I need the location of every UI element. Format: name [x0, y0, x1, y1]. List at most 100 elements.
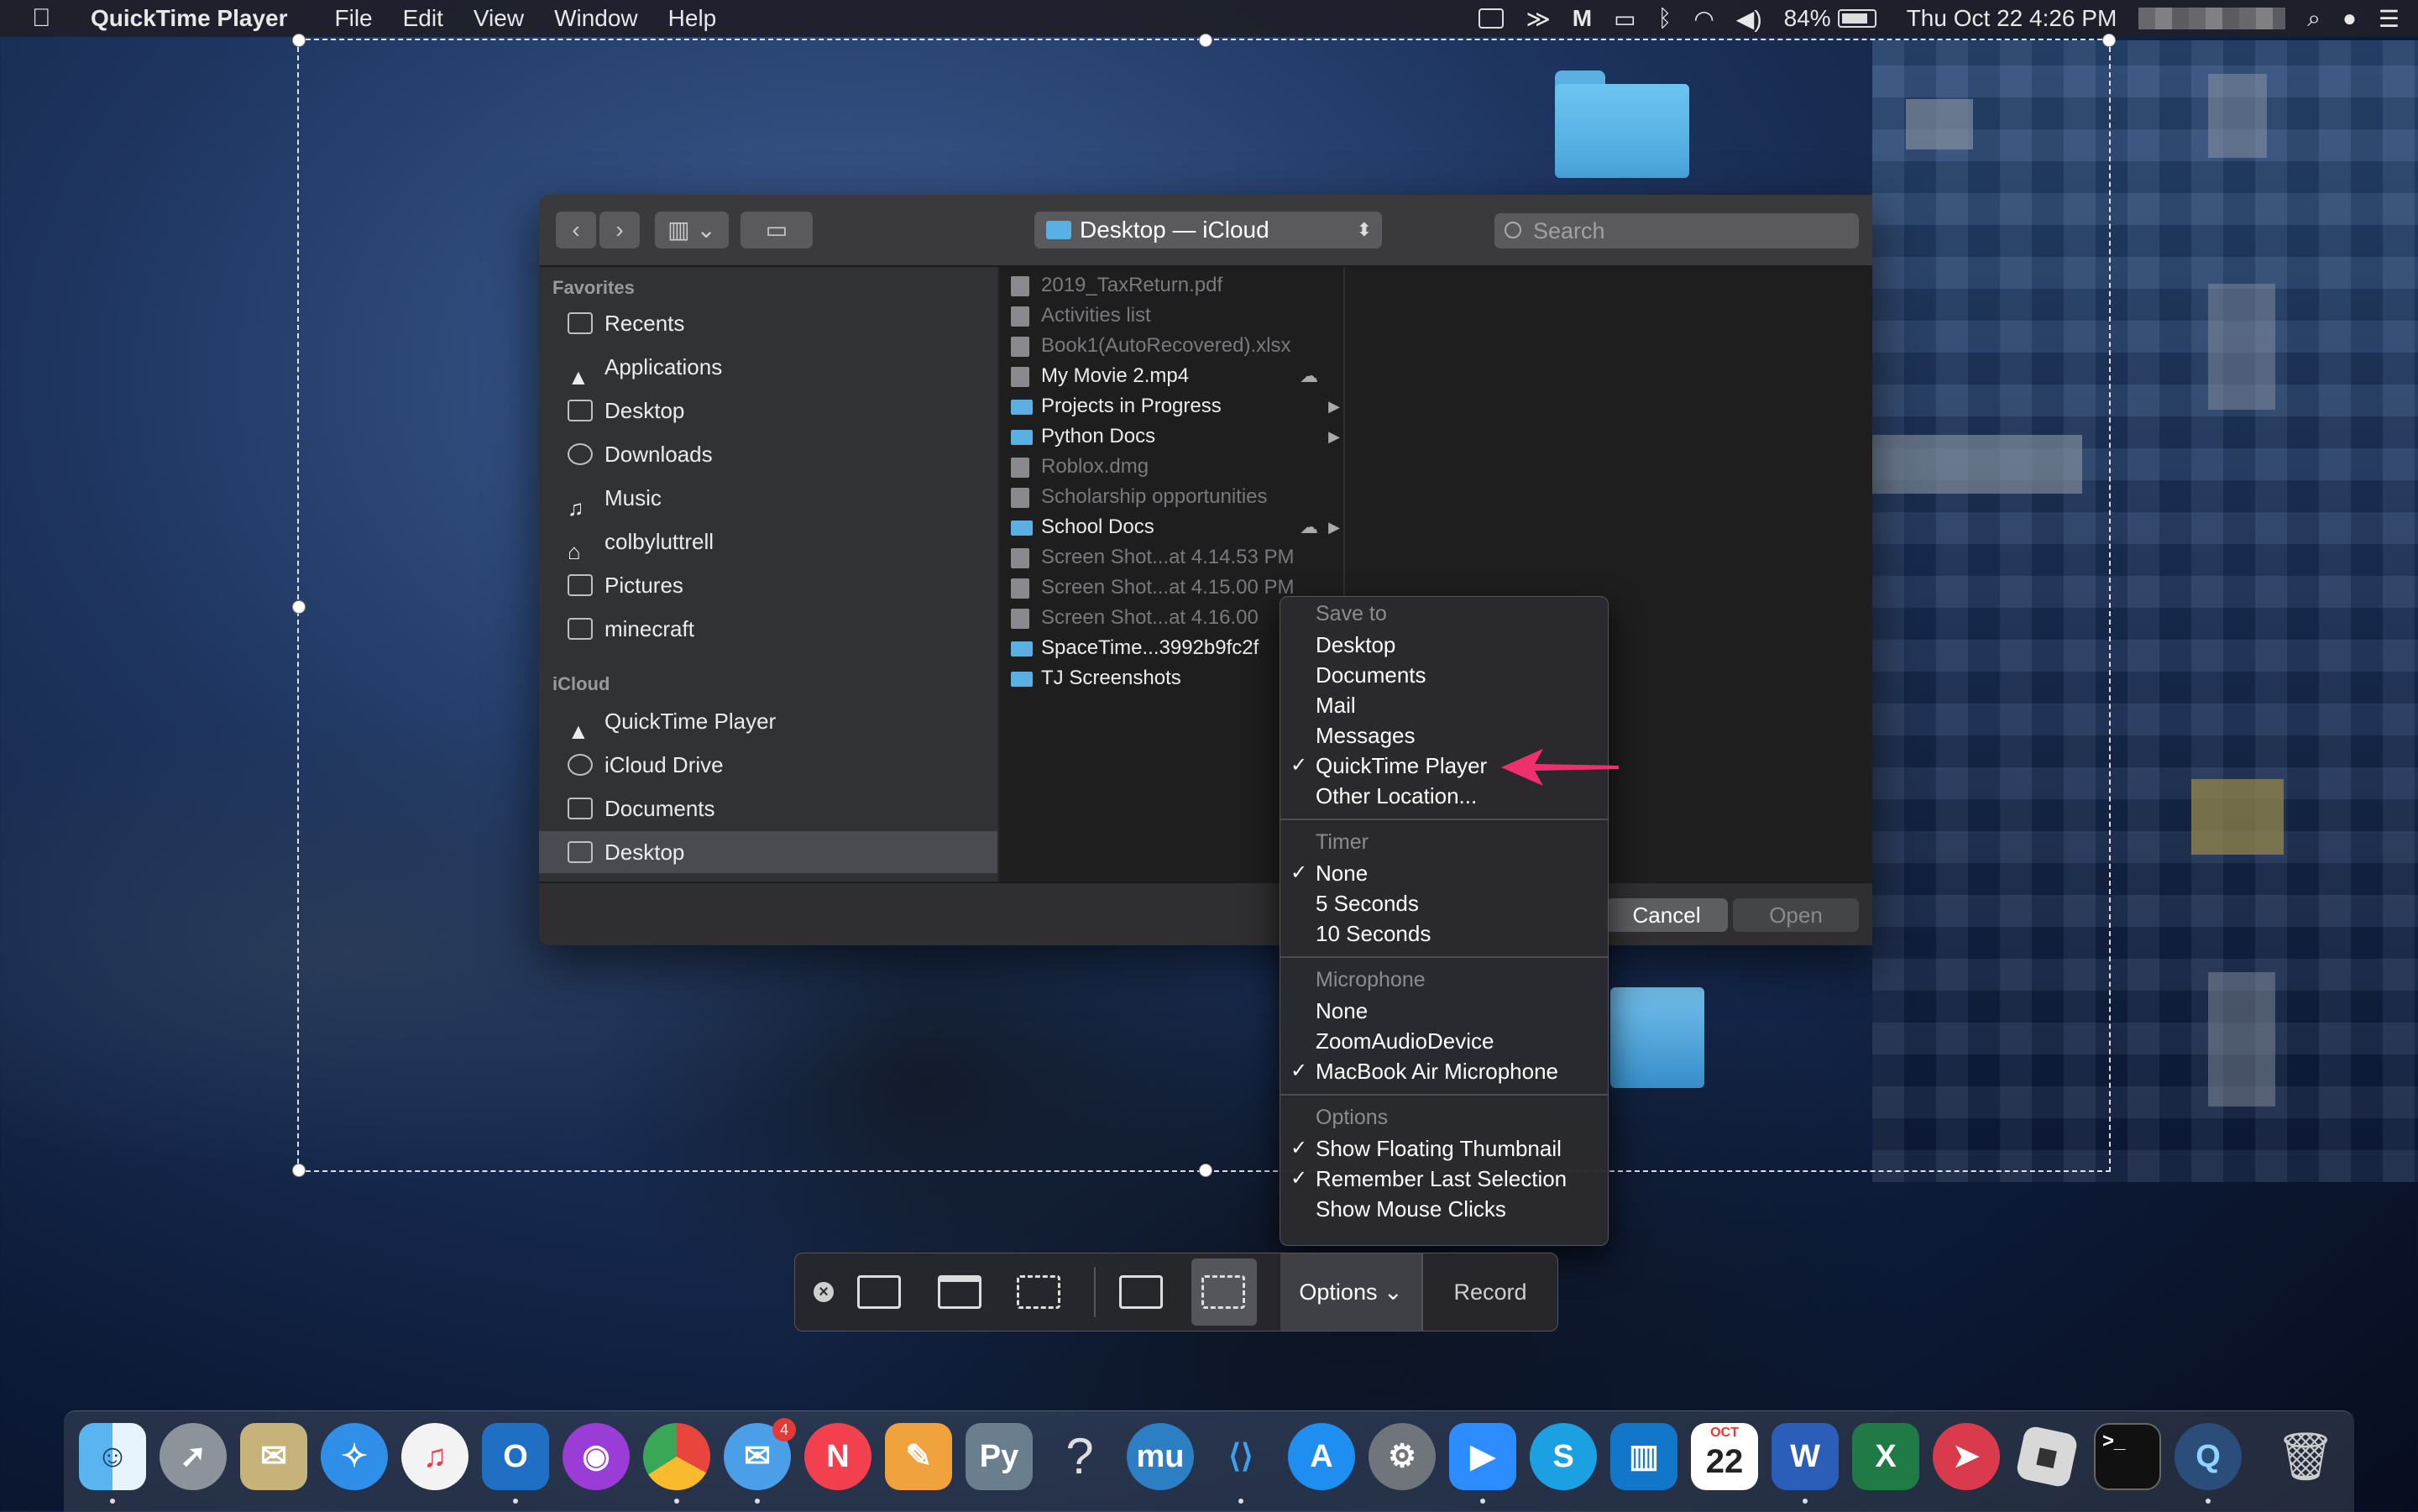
- skype-icon[interactable]: S: [1530, 1423, 1597, 1490]
- folder-row[interactable]: School Docs ☁ ▶: [999, 512, 1343, 542]
- menu-item-save-to[interactable]: Mail: [1316, 693, 1356, 719]
- menu-item-save-to[interactable]: Documents: [1316, 662, 1426, 688]
- sidebar-item-minecraft[interactable]: minecraft: [539, 608, 997, 650]
- capture-window-icon[interactable]: [938, 1275, 981, 1309]
- sidebar-item-desktop[interactable]: Desktop: [539, 390, 997, 432]
- siri-icon[interactable]: ●: [2342, 5, 2357, 32]
- wifi-icon[interactable]: ◠: [1693, 5, 1714, 33]
- spotlight-icon[interactable]: ⌕: [2307, 5, 2321, 33]
- file-row[interactable]: Screen Shot...at 4.14.53 PM: [999, 542, 1343, 573]
- music-app-icon[interactable]: ♫: [401, 1423, 468, 1490]
- options-button[interactable]: Options ⌄: [1280, 1253, 1421, 1331]
- sidebar-item-home[interactable]: ⌂ colbyluttrell: [539, 521, 997, 564]
- file-row[interactable]: Roblox.dmg: [999, 452, 1343, 482]
- menu-item-options[interactable]: Remember Last Selection: [1316, 1166, 1567, 1192]
- search-input[interactable]: Search: [1494, 213, 1859, 249]
- sidebar-item-icloud-drive[interactable]: iCloud Drive: [539, 744, 997, 786]
- battery-icon[interactable]: [1837, 9, 1876, 28]
- menu-edit[interactable]: Edit: [403, 5, 443, 32]
- cancel-button[interactable]: Cancel: [1605, 898, 1728, 932]
- bluetooth-icon[interactable]: ᛒ: [1658, 5, 1672, 32]
- cloud-download-icon[interactable]: ☁: [1300, 512, 1318, 542]
- cloud-download-icon[interactable]: ☁: [1300, 361, 1318, 391]
- resize-handle-top-right[interactable]: [2102, 34, 2116, 47]
- pages-icon[interactable]: ✎: [885, 1423, 952, 1490]
- resize-handle-left[interactable]: [292, 600, 306, 614]
- outlook-icon[interactable]: O: [482, 1423, 549, 1490]
- system-preferences-icon[interactable]: ⚙: [1369, 1423, 1436, 1490]
- menu-item-save-to[interactable]: QuickTime Player: [1316, 753, 1487, 779]
- vscode-icon[interactable]: ⟨⟩: [1207, 1423, 1274, 1490]
- menu-item-save-to[interactable]: Messages: [1316, 723, 1416, 749]
- launchpad-icon[interactable]: ➚: [160, 1423, 227, 1490]
- word-icon[interactable]: W: [1772, 1423, 1839, 1490]
- sidebar-item-recents[interactable]: Recents: [539, 302, 997, 344]
- safari-icon[interactable]: ✧: [321, 1423, 388, 1490]
- resize-handle-bottom-left[interactable]: [292, 1164, 306, 1177]
- help-icon[interactable]: ?: [1046, 1423, 1113, 1490]
- menu-file[interactable]: File: [335, 5, 373, 32]
- file-row[interactable]: Scholarship opportunities: [999, 482, 1343, 512]
- record-entire-screen-icon[interactable]: [1119, 1275, 1163, 1309]
- volume-icon[interactable]: ◀): [1736, 5, 1762, 33]
- quicktime-icon[interactable]: Q: [2175, 1423, 2242, 1490]
- menu-window[interactable]: Window: [554, 5, 638, 32]
- sidebar-item-pictures[interactable]: Pictures: [539, 564, 997, 606]
- python-icon[interactable]: Py: [966, 1423, 1033, 1490]
- sidebar-item-applications[interactable]: ▲ Applications: [539, 346, 997, 390]
- folder-row[interactable]: Python Docs ▶: [999, 421, 1343, 452]
- back-button[interactable]: ‹: [556, 212, 596, 249]
- apple-icon[interactable]: : [32, 4, 60, 33]
- podcasts-icon[interactable]: ◉: [563, 1423, 630, 1490]
- sidebar-item-documents[interactable]: Documents: [539, 787, 997, 829]
- menu-help[interactable]: Help: [668, 5, 717, 32]
- file-row[interactable]: 2019_TaxReturn.pdf: [999, 270, 1343, 301]
- airmail-icon[interactable]: ➤: [1933, 1423, 2000, 1490]
- capture-entire-screen-icon[interactable]: [857, 1275, 901, 1309]
- messages-icon[interactable]: ✉ 4: [724, 1418, 796, 1490]
- menu-app-name[interactable]: QuickTime Player: [91, 5, 288, 32]
- app-store-icon[interactable]: A: [1288, 1423, 1355, 1490]
- excel-icon[interactable]: X: [1852, 1423, 1919, 1490]
- menu-item-save-to[interactable]: Desktop: [1316, 632, 1395, 658]
- forward-button[interactable]: ›: [599, 212, 640, 249]
- open-button[interactable]: Open: [1733, 898, 1859, 932]
- file-row[interactable]: My Movie 2.mp4 ☁: [999, 361, 1343, 391]
- malwarebytes-icon[interactable]: M: [1573, 5, 1592, 32]
- menu-item-save-to[interactable]: Other Location...: [1316, 783, 1477, 809]
- menu-item-microphone[interactable]: MacBook Air Microphone: [1316, 1059, 1558, 1085]
- trash-icon[interactable]: 🗑: [2272, 1423, 2339, 1490]
- menu-item-microphone[interactable]: ZoomAudioDevice: [1316, 1028, 1494, 1054]
- record-button[interactable]: Record: [1423, 1253, 1557, 1331]
- file-row[interactable]: Activities list: [999, 301, 1343, 331]
- sidebar-item-downloads[interactable]: Downloads: [539, 433, 997, 475]
- menu-item-options[interactable]: Show Mouse Clicks: [1316, 1196, 1506, 1222]
- new-folder-button[interactable]: ▭: [741, 212, 813, 249]
- close-icon[interactable]: ×: [814, 1282, 834, 1302]
- tools-icon[interactable]: ≫: [1526, 5, 1550, 33]
- notification-center-icon[interactable]: ☰: [2379, 5, 2400, 33]
- menu-item-timer[interactable]: 10 Seconds: [1316, 921, 1431, 947]
- menu-item-options[interactable]: Show Floating Thumbnail: [1316, 1136, 1562, 1162]
- location-popup[interactable]: Desktop — iCloud ⬍: [1034, 212, 1382, 249]
- roblox-icon[interactable]: ◼: [2015, 1425, 2079, 1488]
- file-row[interactable]: Book1(AutoRecovered).xlsx: [999, 331, 1343, 361]
- news-icon[interactable]: N: [804, 1423, 871, 1490]
- chrome-icon[interactable]: [643, 1423, 710, 1490]
- sidebar-item-quicktime-player[interactable]: ▲ QuickTime Player: [539, 700, 997, 744]
- resize-handle-top[interactable]: [1199, 34, 1212, 47]
- trello-icon[interactable]: ▥: [1610, 1423, 1677, 1490]
- airplay-icon[interactable]: ▭: [1614, 5, 1636, 33]
- menu-item-timer[interactable]: None: [1316, 861, 1368, 887]
- mu-editor-icon[interactable]: mu: [1127, 1423, 1194, 1490]
- clock[interactable]: Thu Oct 22 4:26 PM: [1907, 5, 2117, 32]
- capture-selection-icon[interactable]: [1017, 1275, 1060, 1309]
- sidebar-item-icloud-desktop[interactable]: Desktop: [539, 831, 997, 873]
- zoom-icon[interactable]: ▶: [1449, 1423, 1516, 1490]
- folder-row[interactable]: Projects in Progress ▶: [999, 391, 1343, 421]
- preview-icon[interactable]: ✉: [240, 1423, 307, 1490]
- terminal-icon[interactable]: >_: [2094, 1423, 2161, 1490]
- screen-record-icon[interactable]: [1479, 8, 1505, 29]
- view-mode-button[interactable]: ▥ ⌄: [655, 212, 729, 249]
- resize-handle-top-left[interactable]: [292, 34, 306, 47]
